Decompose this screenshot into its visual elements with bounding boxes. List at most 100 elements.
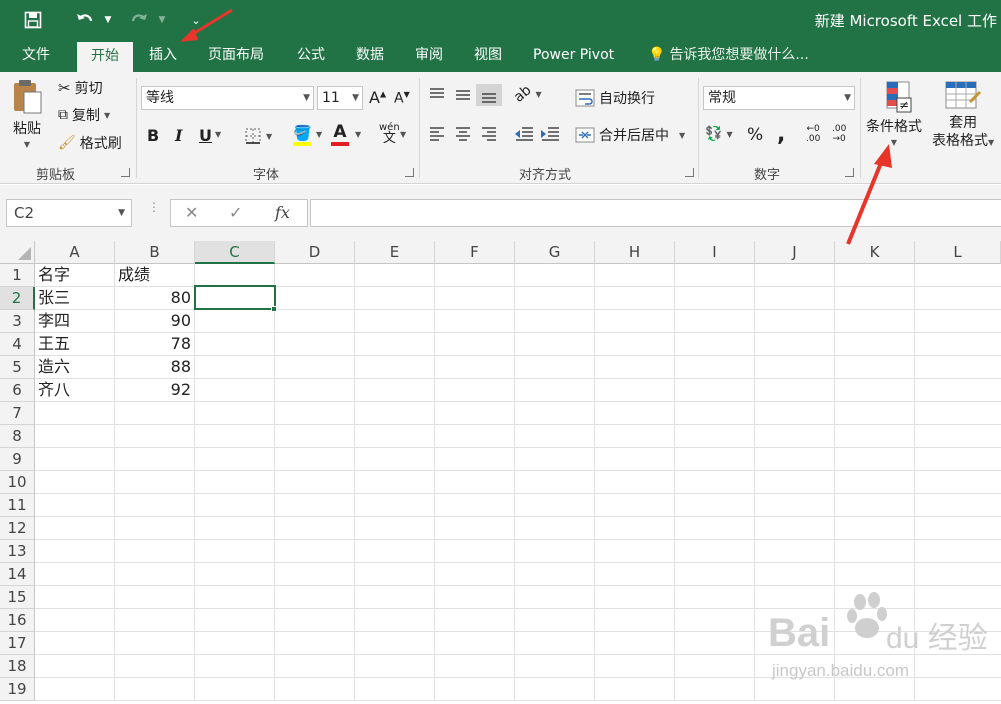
- column-header-d[interactable]: D: [275, 241, 355, 264]
- column-header-k[interactable]: K: [835, 241, 915, 264]
- comma-button[interactable]: ,: [777, 122, 785, 147]
- align-center-button[interactable]: [454, 126, 472, 142]
- tab-view[interactable]: 视图: [462, 40, 514, 72]
- phonetic-button[interactable]: wén 文: [379, 122, 400, 145]
- formula-bar-grip-icon[interactable]: ⋮: [148, 201, 160, 213]
- row-header-12[interactable]: 12: [0, 517, 35, 540]
- cell-b5[interactable]: 88: [115, 356, 194, 378]
- cell-b2[interactable]: 80: [115, 287, 194, 309]
- wrap-text-button[interactable]: 自动换行: [575, 88, 655, 108]
- decrease-decimal-button[interactable]: .00 →0: [832, 124, 846, 144]
- paste-button[interactable]: 粘贴 ▼: [10, 78, 44, 149]
- column-header-l[interactable]: L: [915, 241, 1001, 264]
- column-header-f[interactable]: F: [435, 241, 515, 264]
- tab-home[interactable]: 开始: [77, 42, 133, 72]
- undo-icon[interactable]: [72, 8, 98, 32]
- orientation-button[interactable]: ab ▼: [511, 82, 542, 105]
- conditional-formatting-button[interactable]: ≠ 条件格式 ▼: [866, 80, 922, 147]
- decrease-indent-button[interactable]: [514, 126, 534, 142]
- cell-a5[interactable]: 造六: [38, 356, 115, 378]
- shrink-font-button[interactable]: A▼: [394, 90, 410, 107]
- cell-b1[interactable]: 成绩: [118, 264, 195, 286]
- cell-a1[interactable]: 名字: [38, 264, 115, 286]
- increase-indent-button[interactable]: [540, 126, 560, 142]
- font-color-button[interactable]: A: [331, 122, 349, 146]
- font-launcher-icon[interactable]: [405, 168, 414, 177]
- tab-power-pivot[interactable]: Power Pivot: [521, 40, 626, 72]
- align-left-button[interactable]: [428, 126, 446, 142]
- cell-a4[interactable]: 王五: [38, 333, 115, 355]
- row-header-18[interactable]: 18: [0, 655, 35, 678]
- column-header-b[interactable]: B: [115, 241, 195, 264]
- format-painter-button[interactable]: 🖌 格式刷: [58, 133, 122, 153]
- cancel-entry-button[interactable]: ✕: [185, 203, 198, 222]
- align-bottom-button[interactable]: [476, 84, 502, 106]
- column-header-j[interactable]: J: [755, 241, 835, 264]
- merge-center-button[interactable]: 合并后居中 ▼: [575, 125, 685, 145]
- accounting-format-button[interactable]: 💱 ▼: [705, 126, 733, 142]
- confirm-entry-button[interactable]: ✓: [229, 203, 242, 222]
- tab-insert[interactable]: 插入: [137, 40, 189, 72]
- row-header-16[interactable]: 16: [0, 609, 35, 632]
- customize-qat-icon[interactable]: ⌄: [188, 8, 204, 32]
- row-header-2[interactable]: 2: [0, 287, 35, 310]
- undo-dropdown-icon[interactable]: ▼: [101, 8, 115, 32]
- column-header-e[interactable]: E: [355, 241, 435, 264]
- save-icon[interactable]: [20, 8, 46, 32]
- phonetic-dropdown-icon[interactable]: ▼: [400, 130, 406, 139]
- name-box[interactable]: C2 ▼: [6, 199, 132, 227]
- font-size-select[interactable]: 11 ▼: [317, 86, 363, 110]
- tab-page-layout[interactable]: 页面布局: [196, 40, 276, 72]
- clipboard-launcher-icon[interactable]: [121, 168, 130, 177]
- row-header-5[interactable]: 5: [0, 356, 35, 379]
- number-format-select[interactable]: 常规 ▼: [703, 86, 855, 110]
- row-header-15[interactable]: 15: [0, 586, 35, 609]
- align-top-button[interactable]: [428, 86, 446, 104]
- underline-button[interactable]: U: [199, 126, 212, 145]
- select-all-corner[interactable]: [0, 241, 35, 264]
- cell-a3[interactable]: 李四: [38, 310, 115, 332]
- number-launcher-icon[interactable]: [845, 168, 854, 177]
- column-header-i[interactable]: I: [675, 241, 755, 264]
- font-color-dropdown-icon[interactable]: ▼: [355, 130, 361, 139]
- insert-function-button[interactable]: fx: [275, 203, 290, 222]
- cell-b3[interactable]: 90: [115, 310, 194, 332]
- align-middle-button[interactable]: [454, 86, 472, 104]
- column-header-g[interactable]: G: [515, 241, 595, 264]
- row-header-14[interactable]: 14: [0, 563, 35, 586]
- cell-a2[interactable]: 张三: [38, 287, 115, 309]
- row-header-6[interactable]: 6: [0, 379, 35, 402]
- copy-button[interactable]: ⧉ 复制 ▼: [58, 105, 110, 125]
- row-header-7[interactable]: 7: [0, 402, 35, 425]
- underline-dropdown-icon[interactable]: ▼: [215, 130, 221, 139]
- column-header-a[interactable]: A: [35, 241, 115, 264]
- row-header-9[interactable]: 9: [0, 448, 35, 471]
- formula-input[interactable]: [310, 199, 1001, 227]
- increase-decimal-button[interactable]: ←0.00: [806, 124, 820, 144]
- bold-button[interactable]: B: [147, 126, 159, 145]
- align-right-button[interactable]: [480, 126, 498, 142]
- fill-color-button[interactable]: 🪣: [293, 124, 312, 146]
- redo-dropdown-icon[interactable]: ▼: [155, 8, 169, 32]
- row-header-11[interactable]: 11: [0, 494, 35, 517]
- fill-handle[interactable]: [271, 306, 277, 312]
- cut-button[interactable]: ✂ 剪切: [58, 78, 103, 98]
- row-header-3[interactable]: 3: [0, 310, 35, 333]
- grow-font-button[interactable]: A▲: [369, 88, 386, 107]
- fill-color-dropdown-icon[interactable]: ▼: [316, 130, 322, 139]
- column-header-c[interactable]: C: [195, 241, 275, 264]
- font-name-select[interactable]: 等线 ▼: [141, 86, 314, 110]
- tab-data[interactable]: 数据: [344, 40, 396, 72]
- cell-a6[interactable]: 齐八: [38, 379, 115, 401]
- row-header-4[interactable]: 4: [0, 333, 35, 356]
- row-header-17[interactable]: 17: [0, 632, 35, 655]
- redo-icon[interactable]: [126, 8, 152, 32]
- cell-b4[interactable]: 78: [115, 333, 194, 355]
- column-header-h[interactable]: H: [595, 241, 675, 264]
- alignment-launcher-icon[interactable]: [685, 168, 694, 177]
- tab-file[interactable]: 文件: [10, 40, 62, 72]
- italic-button[interactable]: I: [175, 126, 182, 145]
- row-header-13[interactable]: 13: [0, 540, 35, 563]
- tab-formulas[interactable]: 公式: [285, 40, 337, 72]
- percent-button[interactable]: %: [747, 125, 763, 145]
